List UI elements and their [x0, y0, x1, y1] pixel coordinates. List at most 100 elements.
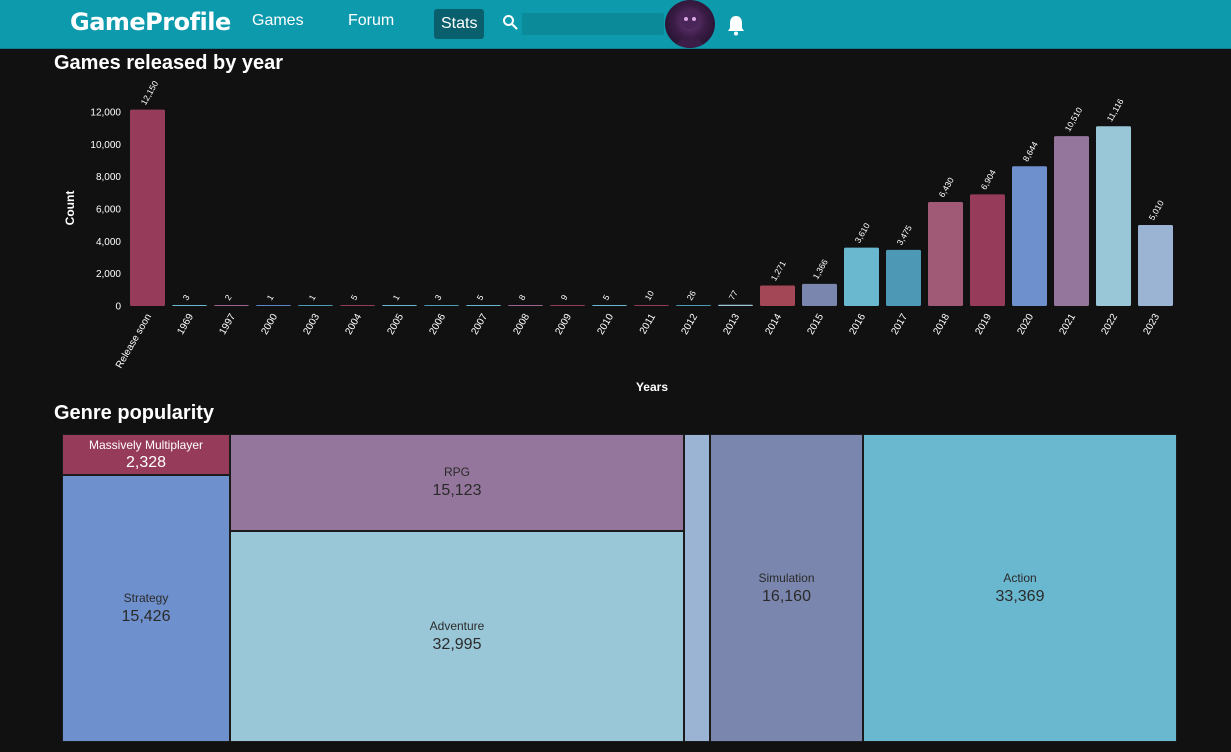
bar [844, 247, 879, 306]
bar [760, 285, 795, 306]
bar [256, 305, 291, 306]
tile-strategy[interactable]: Strategy 15,426 [62, 475, 230, 742]
tile-value: 15,123 [432, 482, 482, 499]
bar-value-label: 3 [433, 293, 444, 302]
bar [340, 305, 375, 306]
nav-link-forum[interactable]: Forum [348, 12, 394, 30]
x-axis: Release soon 1969 1997 2000 2003 2004 2005 2006… [114, 312, 1162, 371]
releases-bar-chart: 0 2,000 4,000 6,000 8,000 10,000 12,000 12,150… [63, 79, 1173, 394]
bar [424, 305, 459, 306]
tile-unlabeled[interactable] [684, 434, 710, 742]
x-tick-label: 2012 [679, 312, 700, 337]
bar [466, 305, 501, 306]
x-tick-label: 2006 [427, 312, 448, 337]
tile-label: Massively Multiplayer [88, 438, 204, 452]
x-tick-label: 2000 [259, 312, 280, 337]
bar-value-label: 77 [727, 288, 741, 301]
bar-value-label: 3,475 [895, 223, 914, 247]
y-axis: 0 2,000 4,000 6,000 8,000 10,000 12,000 [90, 108, 121, 313]
x-tick-label: 2004 [343, 312, 364, 337]
brand-logo[interactable]: GameProfile [70, 8, 231, 36]
y-tick-label: 12,000 [90, 108, 121, 119]
y-axis-title: Count [63, 191, 77, 226]
bar [802, 283, 837, 306]
bar-value-label: 1,366 [811, 257, 830, 281]
bar-value-label: 12,150 [139, 79, 161, 107]
bar [1138, 225, 1173, 306]
tile-action[interactable]: Action 33,369 [863, 434, 1177, 742]
bars: 12,150 3 2 1 1 5 1 3 5 8 9 5 10 26 77 1,271 1,366 3,610 3,… [130, 79, 1173, 306]
bar-value-label: 5,010 [1147, 198, 1166, 222]
x-tick-label: 2021 [1057, 312, 1078, 337]
bar [382, 305, 417, 306]
tile-massively-multiplayer[interactable]: Massively Multiplayer 2,328 [62, 434, 230, 475]
chart-title-releases: Games released by year [54, 52, 284, 74]
y-tick-label: 10,000 [90, 140, 121, 151]
x-tick-label: 2018 [931, 312, 952, 337]
bar-value-label: 1 [391, 293, 402, 302]
x-tick-label: 2005 [385, 312, 406, 337]
tile-label: Adventure [429, 619, 485, 633]
nav-link-stats[interactable]: Stats [434, 9, 485, 39]
tile-value: 16,160 [762, 587, 811, 605]
avatar[interactable] [665, 0, 715, 48]
top-navbar: GameProfile Games Forum Stats [0, 0, 1231, 49]
bar [298, 305, 333, 306]
x-tick-label: 2016 [847, 312, 868, 337]
bar-value-label: 1 [265, 293, 276, 302]
bar-value-label: 3 [181, 293, 192, 302]
x-tick-label: 2019 [973, 312, 994, 337]
y-tick-label: 4,000 [96, 237, 121, 248]
x-tick-label: 2010 [595, 312, 616, 337]
bar [718, 304, 753, 306]
tile-label: Simulation [758, 570, 815, 585]
bar [928, 202, 963, 306]
y-tick-label: 6,000 [96, 205, 121, 216]
x-tick-label: 2020 [1015, 312, 1036, 337]
y-tick-label: 2,000 [96, 269, 121, 280]
x-axis-title: Years [636, 380, 668, 394]
bar-value-label: 5 [475, 293, 486, 302]
bar-value-label: 8 [517, 293, 528, 302]
search-icon[interactable] [502, 14, 518, 30]
bar [1012, 166, 1047, 306]
x-tick-label: 2007 [469, 312, 490, 337]
bar-value-label: 26 [685, 289, 699, 302]
y-tick-label: 8,000 [96, 172, 121, 183]
x-tick-label: 2014 [763, 312, 784, 337]
bell-icon[interactable] [726, 14, 746, 36]
chart-title-genres: Genre popularity [54, 402, 215, 424]
bar-value-label: 8,644 [1021, 140, 1040, 164]
tile-simulation[interactable]: Simulation 16,160 [710, 434, 863, 742]
x-tick-label: 2015 [805, 312, 826, 337]
bar-value-label: 1 [307, 293, 318, 302]
bar [970, 194, 1005, 306]
bar [886, 249, 921, 306]
x-tick-label: 1969 [175, 312, 196, 337]
tile-rpg[interactable]: RPG 15,123 [230, 434, 684, 531]
x-tick-label: 2003 [301, 312, 322, 337]
x-tick-label: 2017 [889, 312, 910, 337]
x-tick-label: 1997 [217, 312, 238, 337]
tile-label: RPG [443, 465, 470, 479]
bar-value-label: 5 [349, 293, 360, 302]
x-tick-label: 2022 [1099, 312, 1120, 337]
bar-value-label: 5 [601, 293, 612, 302]
tile-adventure[interactable]: Adventure 32,995 [230, 531, 684, 742]
x-tick-label: Release soon [114, 312, 154, 370]
bar-value-label: 6,904 [979, 168, 998, 192]
bar-value-label: 10,510 [1063, 105, 1085, 133]
nav-link-games[interactable]: Games [252, 12, 304, 30]
bar-value-label: 3,610 [853, 221, 872, 245]
tile-value: 33,369 [995, 587, 1045, 605]
bar-value-label: 11,116 [1105, 97, 1126, 124]
genre-treemap: Massively Multiplayer 2,328 Strategy 15,… [62, 434, 1177, 742]
tile-value: 15,426 [121, 608, 171, 625]
search-input[interactable] [522, 13, 664, 35]
bar-value-label: 1,271 [769, 259, 788, 283]
x-tick-label: 2011 [638, 312, 658, 337]
x-tick-label: 2013 [721, 312, 742, 337]
bar [1054, 136, 1089, 306]
x-tick-label: 2023 [1141, 312, 1162, 337]
bar [130, 109, 165, 306]
